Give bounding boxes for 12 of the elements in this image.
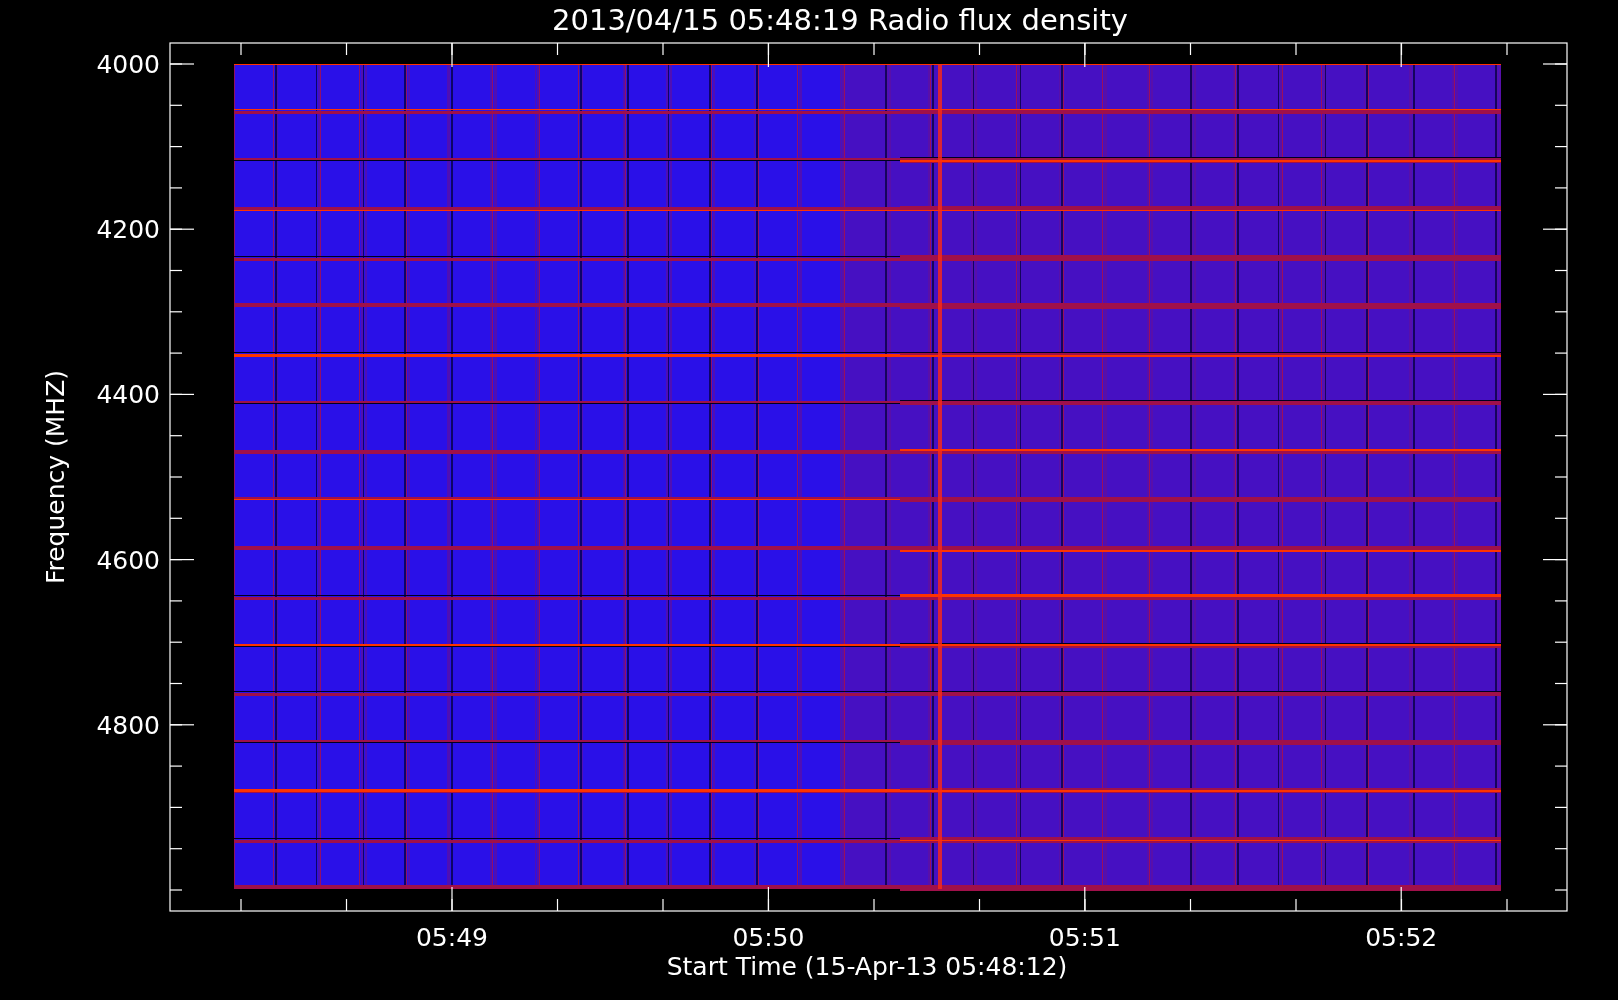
x-tick-label: 05:50	[732, 923, 805, 952]
x-tick-label: 05:52	[1365, 923, 1438, 952]
plot-title: 2013/04/15 05:48:19 Radio flux density	[552, 3, 1128, 37]
y-tick-label: 4000	[96, 50, 160, 79]
x-tick-label: 05:51	[1048, 923, 1121, 952]
y-tick-label: 4400	[96, 380, 160, 410]
y-tick-label: 4600	[96, 545, 160, 575]
y-tick-label: 4200	[96, 215, 160, 245]
y-axis-label: Frequency (MHZ)	[41, 369, 70, 585]
x-axis-label: Start Time (15-Apr-13 05:48:12)	[666, 952, 1068, 981]
x-tick-label: 05:49	[416, 923, 488, 952]
y-tick-label: 4800	[96, 710, 160, 740]
